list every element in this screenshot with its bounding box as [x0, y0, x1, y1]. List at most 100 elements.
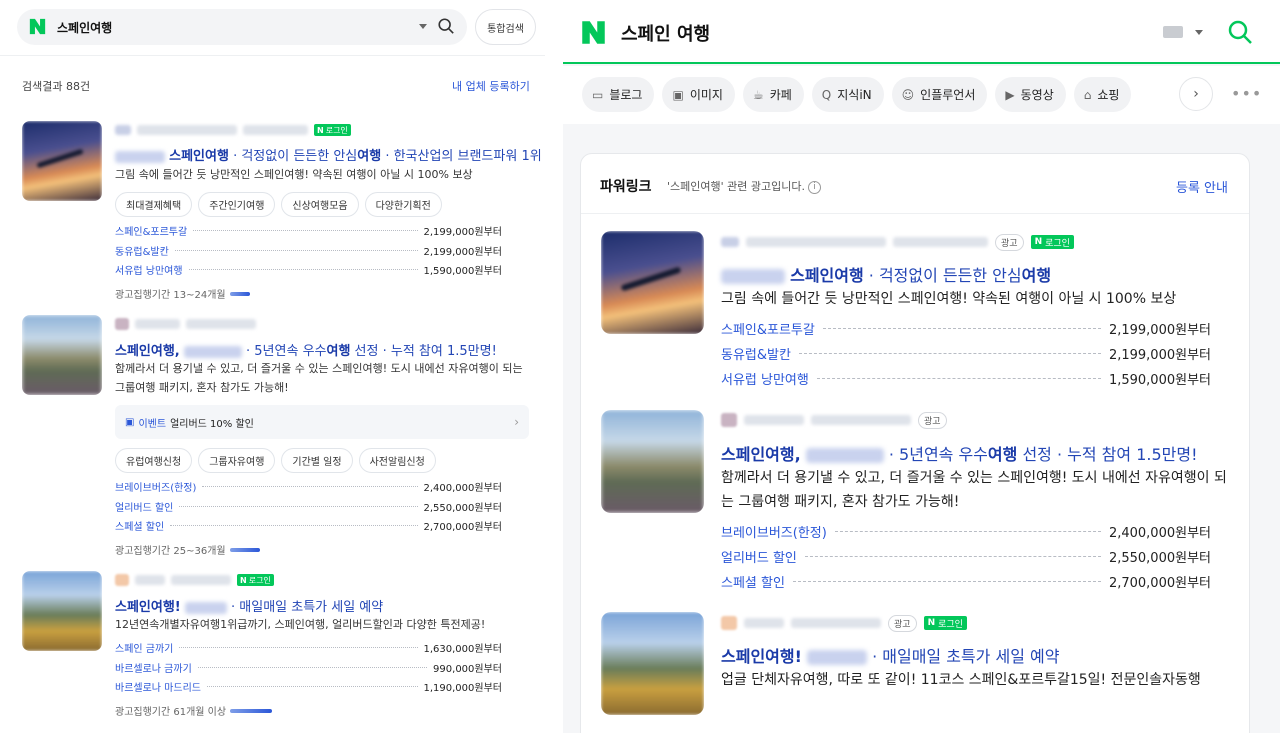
tab-next-button[interactable]: › — [1179, 77, 1213, 111]
tab-shopping[interactable]: ⌂ 쇼핑 — [1073, 77, 1132, 112]
ad-sublink-row[interactable]: 바르셀로나 마드리드 1,190,000원부터 — [115, 677, 502, 697]
ad-sublink-row[interactable]: 바르셀로나 금까기 990,000원부터 — [115, 658, 502, 678]
search-input[interactable]: 스페인 여행 — [621, 20, 710, 46]
ad-thumbnail[interactable] — [22, 121, 102, 201]
ad-thumbnail[interactable] — [22, 315, 102, 395]
cafe-icon: ☕ — [752, 87, 764, 102]
ad-description-line: 그룹여행 패키지, 혼자 참가도 가능해! — [115, 381, 289, 394]
header-divider — [0, 55, 545, 56]
ad-title-link[interactable]: 스페인여행, · 5년연속 우수여행 선정 · 누적 참여 1.5만명! — [721, 441, 1198, 465]
ad-thumbnail[interactable] — [601, 612, 704, 715]
ad-badge: 광고 — [918, 411, 947, 429]
powerlink-title: 파워링크 — [600, 179, 652, 195]
tab-knowledge[interactable]: Q 지식iN — [811, 77, 884, 112]
ad-description: 함께라서 더 용기낼 수 있고, 더 즐거울 수 있는 스페인여행! 도시 내에… — [721, 470, 1227, 510]
tab-list: ▭ 블로그 ▣ 이미지 ☕ 카페 Q 지식iN ☺ 인플루언서 ▶ 동영상 ⌂ 쇼핑 — [582, 77, 1132, 112]
ad-chip-group: 최대결제혜택 주간인기여행 신상여행모음 다양한기획전 — [115, 192, 442, 217]
gift-icon: ▣ — [125, 416, 135, 428]
ad-description: 함께라서 더 용기낼 수 있고, 더 즐거울 수 있는 스페인여행! 도시 내에… — [115, 359, 523, 397]
ad-chip[interactable]: 유럽여행신청 — [115, 448, 193, 473]
dropdown-caret-icon[interactable] — [1195, 30, 1203, 35]
video-icon: ▶ — [1005, 87, 1015, 102]
ad-source: 광고 — [721, 411, 947, 429]
ad-thumbnail[interactable] — [22, 571, 102, 651]
ad-sublink-row[interactable]: 얼리버드 할인 2,550,000원부터 — [721, 544, 1211, 569]
ad-title-link[interactable]: 스페인여행, · 5년연속 우수여행 선정 · 누적 참여 1.5만명! — [115, 340, 497, 359]
ad-source: N 로그인 — [115, 123, 351, 137]
keyboard-icon[interactable] — [1163, 26, 1183, 38]
ad-sublinks: 브레이브버즈(한정) 2,400,000원부터 얼리버드 할인 2,550,000원… — [721, 519, 1211, 594]
ad-sublink-row[interactable]: 서유럽 낭만여행 1,590,000원부터 — [721, 366, 1211, 391]
powerlink-card: 파워링크 '스페인여행' 관련 광고입니다. i 등록 안내 광고 N 로그인 스페… — [580, 153, 1250, 733]
ad-sublink-row[interactable]: 서유럽 낭만여행 1,590,000원부터 — [115, 260, 502, 280]
ad-chip[interactable]: 사전알림신청 — [358, 448, 436, 473]
ad-sublink-row[interactable]: 브레이브버즈(한정) 2,400,000원부터 — [115, 477, 502, 497]
blog-icon: ▭ — [592, 87, 604, 102]
results-count: 검색결과 88건 — [22, 80, 91, 93]
ad-title-link[interactable]: 스페인여행! · 매일매일 초특가 세일 예약 — [115, 596, 383, 615]
search-header: 스페인 여행 — [563, 0, 1280, 64]
ad-sublink-row[interactable]: 스페셜 할인 2,700,000원부터 — [115, 516, 502, 536]
ad-description: 그림 속에 들어간 듯 낭만적인 스페인여행! 약속된 여행이 아닐 시 100… — [115, 168, 473, 181]
ad-chip[interactable]: 최대결제혜택 — [115, 192, 193, 217]
image-icon: ▣ — [672, 87, 684, 102]
ad-chip[interactable]: 주간인기여행 — [198, 192, 276, 217]
search-input[interactable]: 스페인여행 — [57, 19, 112, 36]
ad-source: N 로그인 — [115, 573, 274, 587]
total-search-button[interactable]: 통합검색 — [475, 9, 536, 45]
naver-logo-icon[interactable] — [581, 20, 606, 45]
knowledge-icon: Q — [821, 87, 832, 102]
event-text: 얼리버드 10% 할인 — [170, 418, 254, 430]
ad-source: 광고 N 로그인 — [721, 614, 967, 632]
ad-sublink-row[interactable]: 스페인 금까기 1,630,000원부터 — [115, 638, 502, 658]
dropdown-caret-icon[interactable] — [419, 24, 427, 29]
ad-chip[interactable]: 다양한기획전 — [364, 192, 442, 217]
ad-sublink-row[interactable]: 얼리버드 할인 2,550,000원부터 — [115, 497, 502, 517]
ad-thumbnail[interactable] — [601, 410, 704, 513]
tab-blog[interactable]: ▭ 블로그 — [582, 77, 655, 112]
tab-image[interactable]: ▣ 이미지 — [662, 77, 735, 112]
ad-sublink-row[interactable]: 스페인&포르투갈 2,199,000원부터 — [721, 316, 1211, 341]
register-business-link[interactable]: 내 업체 등록하기 — [452, 78, 530, 94]
shopping-icon: ⌂ — [1083, 87, 1092, 102]
ad-sublink-row[interactable]: 스페인&포르투갈 2,199,000원부터 — [115, 221, 502, 241]
ad-period: 광고집행기간 61개월 이상 — [115, 703, 273, 718]
ad-period: 광고집행기간 25~36개월 — [115, 542, 260, 557]
ad-chip[interactable]: 신상여행모음 — [281, 192, 359, 217]
login-badge: N 로그인 — [1030, 235, 1074, 249]
ad-source — [115, 317, 256, 331]
registration-guide-link[interactable]: 등록 안내 — [1176, 177, 1228, 196]
influencer-icon: ☺ — [901, 87, 915, 102]
ad-description-line: 함께라서 더 용기낼 수 있고, 더 즐거울 수 있는 스페인여행! 도시 내에… — [115, 362, 523, 375]
right-search-panel: 스페인 여행 ▭ 블로그 ▣ 이미지 ☕ 카페 Q 지식iN ☺ 인플루언서 ▶ 동영상 ⌂… — [563, 0, 1280, 733]
search-icon[interactable] — [1227, 19, 1253, 45]
more-options-icon[interactable]: ••• — [1231, 84, 1262, 103]
tab-cafe[interactable]: ☕ 카페 — [742, 77, 804, 112]
ad-description: 그림 속에 들어간 듯 낭만적인 스페인여행! 약속된 여행이 아닐 시 100… — [721, 291, 1177, 307]
ad-sublink-row[interactable]: 동유럽&발칸 2,199,000원부터 — [721, 341, 1211, 366]
ad-chip[interactable]: 그룹자유여행 — [198, 448, 276, 473]
naver-logo-icon[interactable] — [29, 18, 46, 35]
ad-period: 광고집행기간 13~24개월 — [115, 286, 250, 301]
ad-title-link[interactable]: 스페인여행 · 걱정없이 든든한 안심여행 — [721, 262, 1051, 286]
ad-badge: 광고 — [995, 233, 1024, 251]
event-banner[interactable]: ▣ 이벤트 얼리버드 10% 할인 › — [115, 405, 529, 439]
ad-sublinks: 브레이브버즈(한정) 2,400,000원부터 얼리버드 할인 2,550,000원… — [115, 477, 502, 536]
login-badge: N 로그인 — [923, 616, 967, 630]
search-bar[interactable]: 스페인여행 — [17, 9, 467, 45]
search-icon[interactable] — [437, 17, 455, 35]
ad-sublink-row[interactable]: 동유럽&발칸 2,199,000원부터 — [115, 241, 502, 261]
ad-title-link[interactable]: 스페인여행 · 걱정없이 든든한 안심여행 · 한국산업의 브랜드파워 1위 — [115, 145, 542, 164]
ad-badge: 광고 — [888, 614, 917, 632]
ad-sublink-row[interactable]: 브레이브버즈(한정) 2,400,000원부터 — [721, 519, 1211, 544]
ad-source: 광고 N 로그인 — [721, 233, 1074, 251]
tab-influencer[interactable]: ☺ 인플루언서 — [891, 77, 988, 112]
ad-title-link[interactable]: 스페인여행! · 매일매일 초특가 세일 예약 — [721, 643, 1059, 667]
chevron-right-icon: › — [1193, 86, 1199, 102]
ad-thumbnail[interactable] — [601, 231, 704, 334]
tab-video[interactable]: ▶ 동영상 — [995, 77, 1066, 112]
ad-sublink-row[interactable]: 스페셜 할인 2,700,000원부터 — [721, 569, 1211, 594]
info-icon[interactable]: i — [807, 180, 821, 194]
chevron-right-icon: › — [514, 415, 519, 429]
ad-chip[interactable]: 기간별 일정 — [281, 448, 353, 473]
